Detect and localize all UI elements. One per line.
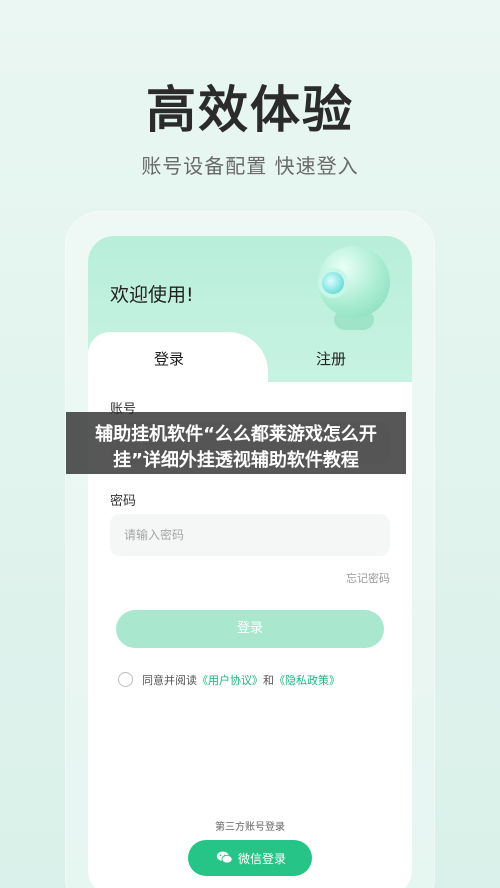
- tab-bar: 登录 注册: [88, 332, 412, 392]
- password-label: 密码: [110, 494, 137, 509]
- card-header: 欢迎使用! 登录 注册: [88, 236, 412, 392]
- login-button[interactable]: 登录: [116, 610, 384, 648]
- hero-title: 高效体验: [146, 81, 354, 139]
- third-party-title: 第三方账号登录: [215, 822, 285, 833]
- forgot-password-link[interactable]: 忘记密码: [346, 570, 390, 586]
- caption-line-2: 挂”详细外挂透视辅助软件教程: [113, 450, 359, 471]
- agreement-prefix: 同意并阅读: [142, 674, 197, 687]
- wechat-login-label: 微信登录: [238, 852, 287, 866]
- hero-subtitle: 账号设备配置 快速登入: [141, 154, 359, 178]
- caption-overlay: 辅助挂机软件“么么都莱游戏怎么开 挂”详细外挂透视辅助软件教程: [66, 412, 406, 474]
- tab-register[interactable]: 注册: [276, 348, 386, 369]
- password-field[interactable]: [110, 514, 390, 556]
- agree-checkbox[interactable]: [118, 672, 133, 687]
- mascot-icon: [314, 242, 394, 332]
- privacy-policy-link[interactable]: 《隐私政策》: [274, 674, 340, 687]
- wechat-login-button[interactable]: 微信登录: [188, 840, 312, 876]
- welcome-title: 欢迎使用!: [110, 284, 194, 306]
- user-agreement-link[interactable]: 《用户协议》: [197, 674, 263, 687]
- agreement-and: 和: [263, 674, 274, 687]
- agreement-text: 同意并阅读《用户协议》和《隐私政策》: [142, 672, 340, 688]
- tab-login-label: 登录: [153, 350, 184, 368]
- wechat-icon: [216, 851, 233, 864]
- caption-line-1: 辅助挂机软件“么么都莱游戏怎么开: [95, 424, 377, 445]
- login-card: 欢迎使用! 登录 注册 账号 密码 忘记密码 登录 同意并阅读《用户协议》和《隐…: [88, 236, 412, 888]
- mascot-lens: [318, 268, 348, 298]
